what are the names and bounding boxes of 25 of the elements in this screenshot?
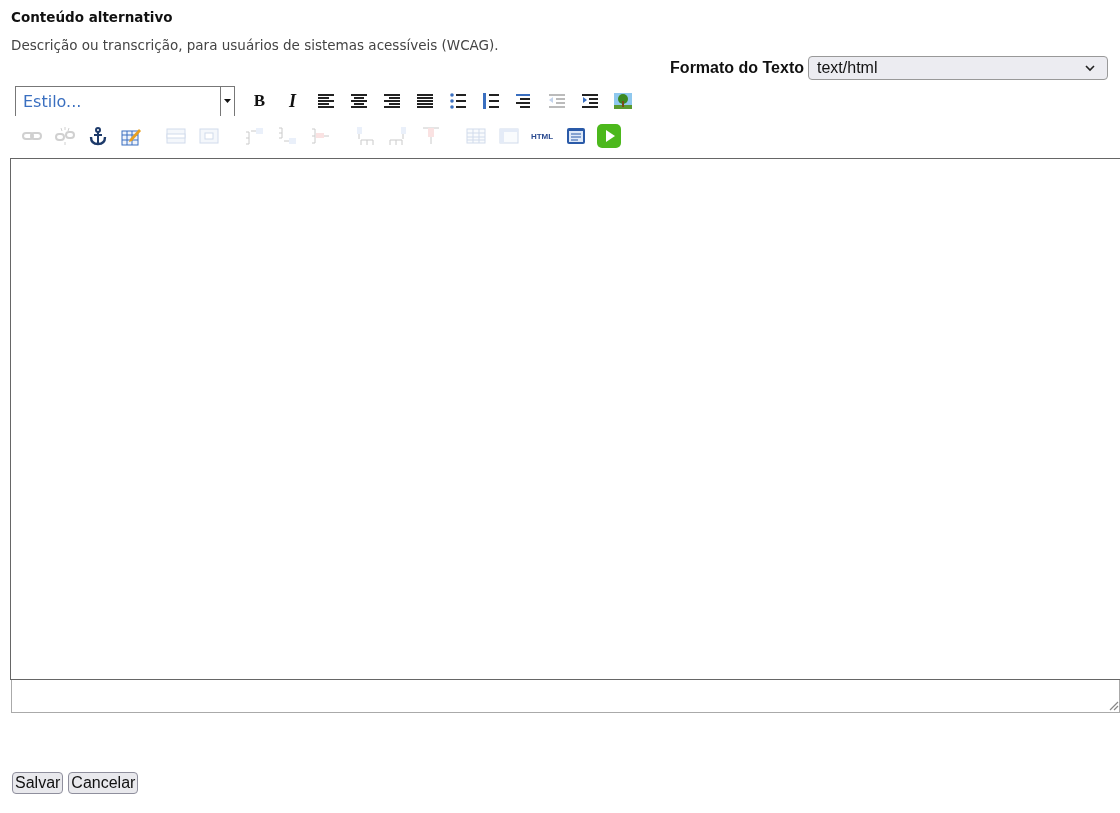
format-label: Formato do Texto xyxy=(670,59,804,77)
table-edit-icon[interactable] xyxy=(120,126,141,146)
align-left-icon[interactable] xyxy=(315,91,336,111)
align-right-icon[interactable] xyxy=(381,91,402,111)
format-select[interactable]: text/html xyxy=(808,56,1108,80)
style-select[interactable]: Estilo... xyxy=(15,86,235,116)
anchor-icon[interactable] xyxy=(87,126,108,146)
numbers-icon[interactable] xyxy=(480,91,501,111)
bold-button[interactable]: B xyxy=(243,88,276,114)
description-text: Descrição ou transcrição, para usuários de sistemas acessíveis (WCAG). xyxy=(11,36,500,55)
align-center-icon[interactable] xyxy=(348,91,369,111)
justify-icon[interactable] xyxy=(414,91,435,111)
resize-grip-icon[interactable] xyxy=(1107,699,1119,711)
image-icon[interactable] xyxy=(612,91,633,111)
caret-icon xyxy=(224,99,231,103)
section-heading: Conteúdo alternativo xyxy=(11,8,174,27)
play-icon[interactable] xyxy=(596,124,621,148)
html-button[interactable]: HTML xyxy=(525,123,559,149)
indent-icon[interactable] xyxy=(579,91,600,111)
italic-button[interactable]: I xyxy=(276,88,309,114)
bullets-icon[interactable] xyxy=(447,91,468,111)
window-icon[interactable] xyxy=(565,126,586,146)
save-button[interactable]: Salvar xyxy=(12,772,64,794)
chevron-icon xyxy=(1085,64,1095,72)
cancel-button[interactable]: Cancelar xyxy=(68,772,139,794)
